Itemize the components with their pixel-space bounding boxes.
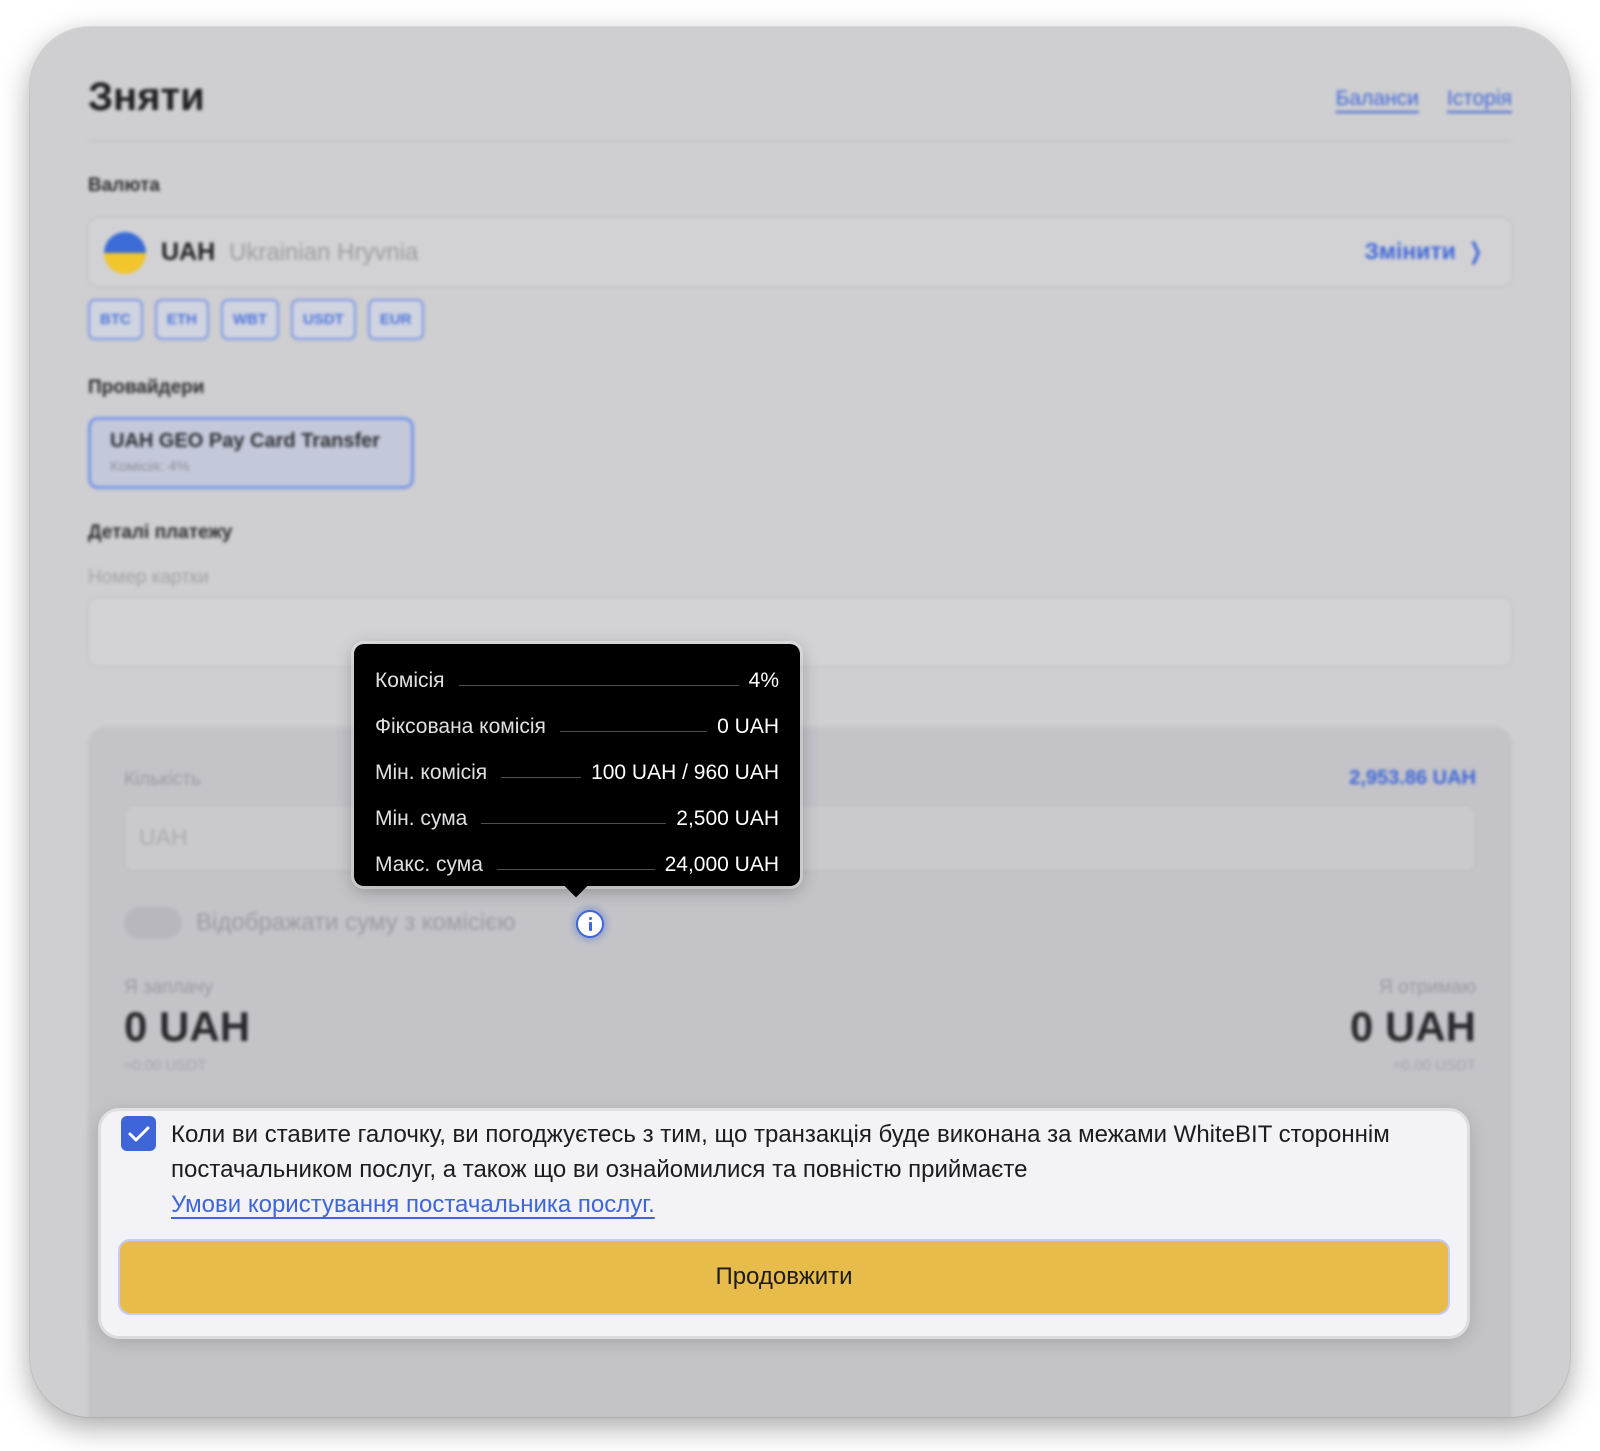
amount-label: Кількість — [124, 769, 201, 790]
consent-card: Коли ви ставите галочку, ви погоджуєтесь… — [101, 1111, 1467, 1336]
consent-checkbox[interactable] — [121, 1116, 156, 1151]
chip-usdt[interactable]: USDT — [290, 299, 356, 340]
tooltip-value: 24,000 UAH — [664, 853, 779, 876]
chip-eur[interactable]: EUR — [367, 299, 424, 340]
ukraine-flag-icon — [104, 232, 146, 274]
tooltip-row-max-amount: Макс. сума 24,000 UAH — [375, 842, 779, 888]
currency-code: UAH — [161, 238, 216, 266]
change-currency-label: Змінити — [1364, 238, 1456, 264]
available-balance[interactable]: 2,953.86 UAH — [1349, 767, 1476, 790]
change-currency-link[interactable]: Змінити ❯ — [1364, 238, 1485, 265]
currency-label: Валюта — [88, 175, 160, 196]
tooltip-label: Комісія — [375, 669, 445, 692]
tooltip-row-fee: Комісія 4% — [375, 658, 779, 704]
history-link[interactable]: Історія — [1447, 87, 1512, 111]
providers-label: Провайдери — [88, 377, 205, 398]
provider-card-selected[interactable]: UAH GEO Pay Card Transfer Комісія: 4% — [88, 417, 414, 489]
consent-text: Коли ви ставите галочку, ви погоджуєтесь… — [171, 1117, 1431, 1222]
currency-name: Ukrainian Hryvnia — [229, 239, 419, 266]
tooltip-value: 2,500 UAH — [676, 807, 779, 830]
card-number-label: Номер картки — [88, 567, 209, 588]
amount-placeholder: UAH — [139, 824, 188, 850]
show-with-fee-toggle[interactable] — [124, 907, 182, 939]
tooltip-row-min-fee: Мін. комісія 100 UAH / 960 UAH — [375, 750, 779, 796]
receive-label: Я отримаю — [1379, 977, 1476, 998]
payment-details-label: Деталі платежу — [88, 522, 233, 543]
tooltip-value: 100 UAH / 960 UAH — [591, 761, 779, 784]
balances-link[interactable]: Баланси — [1336, 87, 1419, 111]
pay-usdt-equivalent: ≈0.00 USDT — [124, 1057, 207, 1074]
info-icon[interactable] — [576, 910, 604, 938]
tooltip-value: 4% — [748, 669, 779, 692]
tooltip-label: Мін. сума — [375, 807, 468, 830]
consent-statement: Коли ви ставите галочку, ви погоджуєтесь… — [171, 1121, 1390, 1183]
fee-info-tooltip: Комісія 4% Фіксована комісія 0 UAH Мін. … — [354, 644, 800, 886]
currency-selector[interactable]: UAH Ukrainian Hryvnia Змінити ❯ — [88, 217, 1512, 287]
tooltip-row-min-amount: Мін. сума 2,500 UAH — [375, 796, 779, 842]
pay-amount: 0 UAH — [124, 1003, 251, 1050]
provider-terms-link[interactable]: Умови користування постачальника послуг. — [171, 1191, 655, 1218]
header-divider — [88, 140, 1512, 141]
tooltip-label: Фіксована комісія — [375, 715, 546, 738]
card-number-input[interactable] — [88, 597, 1512, 667]
page-title: Зняти — [88, 75, 205, 119]
receive-amount: 0 UAH — [1349, 1003, 1476, 1050]
tooltip-label: Макс. сума — [375, 853, 483, 876]
chip-eth[interactable]: ETH — [154, 299, 209, 340]
pay-label: Я заплачу — [124, 977, 214, 998]
amount-input[interactable]: UAH — [124, 805, 1476, 871]
show-with-fee-label: Відображати суму з комісією — [196, 909, 516, 936]
provider-name: UAH GEO Pay Card Transfer — [110, 430, 381, 452]
receive-usdt-equivalent: ≈0.00 USDT — [1393, 1057, 1476, 1074]
header-links: Баланси Історія — [1336, 87, 1512, 111]
tooltip-value: 0 UAH — [717, 715, 779, 738]
chip-btc[interactable]: BTC — [88, 299, 143, 340]
chevron-right-icon: ❯ — [1468, 238, 1483, 264]
tooltip-label: Мін. комісія — [375, 761, 488, 784]
chip-wbt[interactable]: WBT — [220, 299, 279, 340]
quick-currency-chips: BTC ETH WBT USDT EUR — [88, 299, 424, 340]
tooltip-row-fixed-fee: Фіксована комісія 0 UAH — [375, 704, 779, 750]
provider-fee: Комісія: 4% — [110, 458, 190, 475]
checkmark-icon — [128, 1126, 149, 1141]
continue-button[interactable]: Продовжити — [120, 1241, 1448, 1313]
